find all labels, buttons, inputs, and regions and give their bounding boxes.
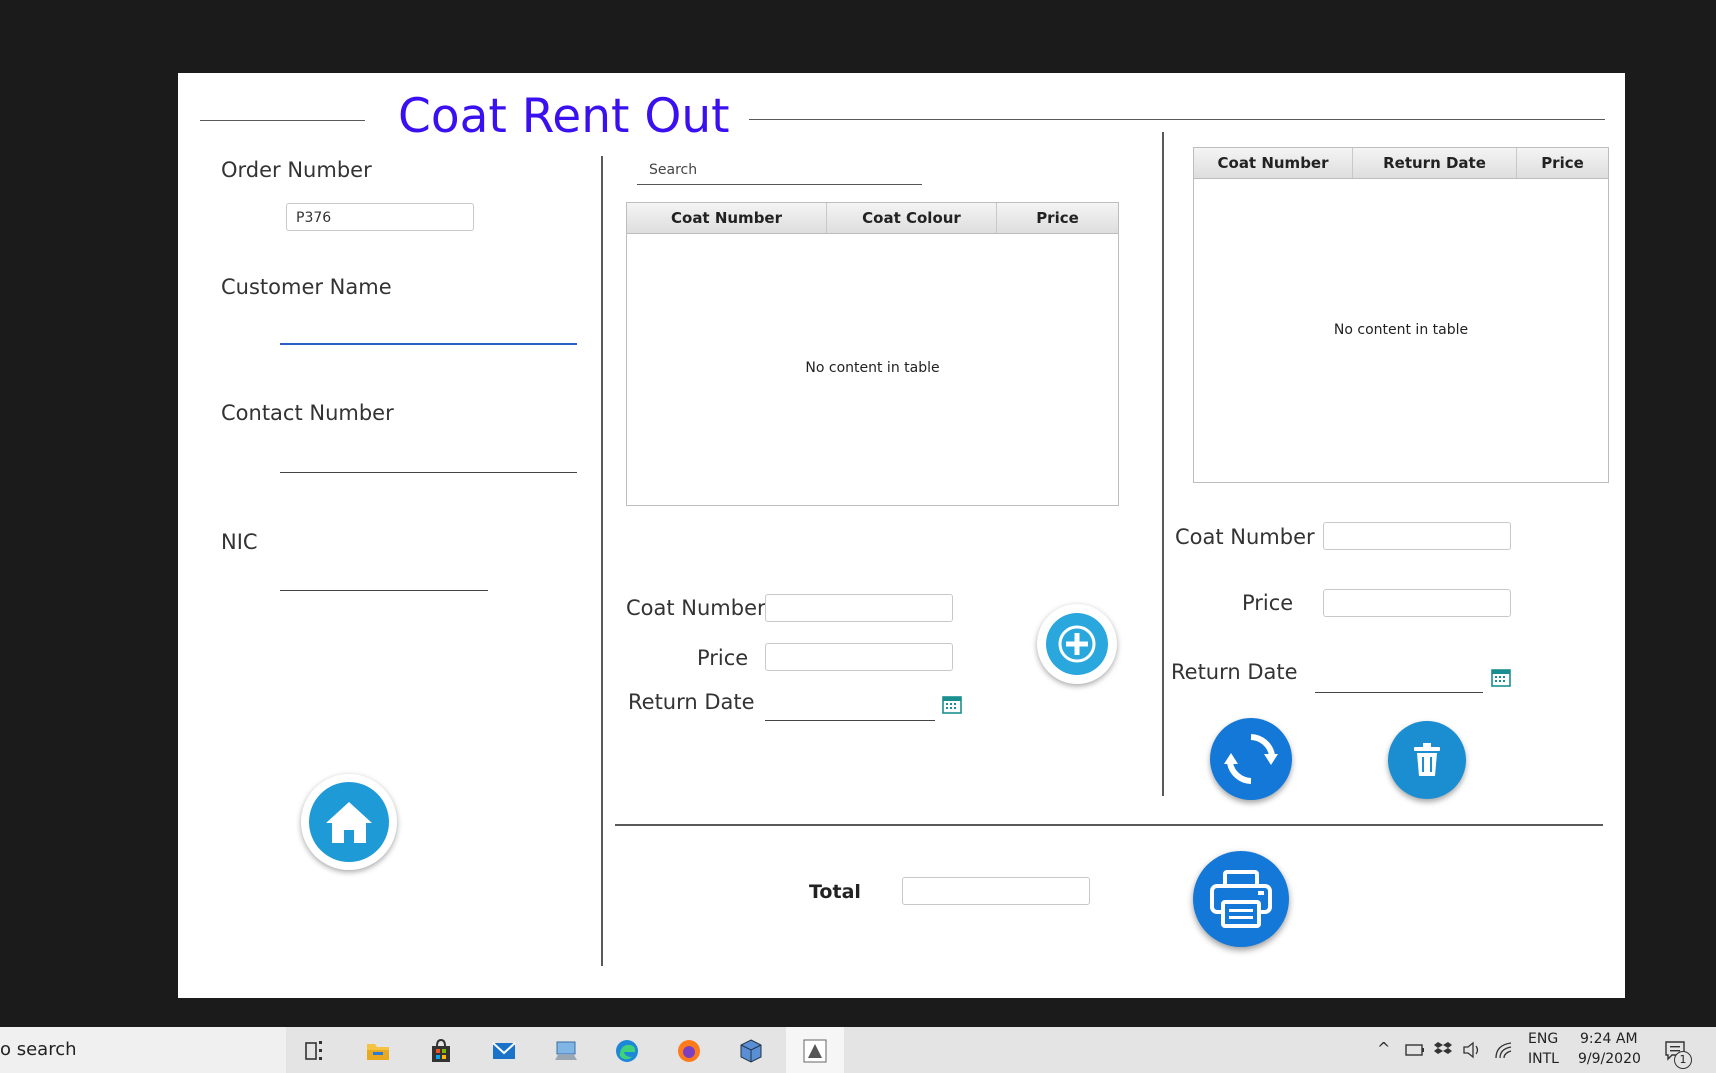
column-coat-colour[interactable]: Coat Colour bbox=[827, 203, 997, 233]
total-label: Total bbox=[809, 881, 861, 903]
calendar-icon[interactable] bbox=[1491, 667, 1511, 687]
total-field[interactable] bbox=[902, 877, 1090, 905]
language-indicator[interactable]: ENG bbox=[1528, 1031, 1558, 1047]
mail-icon[interactable] bbox=[491, 1038, 517, 1064]
catalog-table-header: Coat Number Coat Colour Price bbox=[627, 203, 1118, 234]
return-date-label: Return Date bbox=[628, 690, 755, 714]
cart-price-label: Price bbox=[1242, 591, 1294, 615]
return-date-field[interactable] bbox=[765, 720, 935, 721]
column-price[interactable]: Price bbox=[1517, 148, 1608, 178]
virtualbox-icon[interactable] bbox=[738, 1038, 764, 1064]
chevron-up-icon[interactable]: ^ bbox=[1377, 1039, 1390, 1058]
title-rule-right bbox=[749, 119, 1605, 120]
add-coat-button[interactable] bbox=[1037, 604, 1117, 684]
print-button[interactable] bbox=[1193, 851, 1289, 947]
plus-icon bbox=[1058, 625, 1096, 663]
coat-rental-app-icon bbox=[803, 1039, 827, 1063]
column-price[interactable]: Price bbox=[997, 203, 1118, 233]
file-explorer-icon[interactable] bbox=[365, 1038, 391, 1064]
cart-return-date-label: Return Date bbox=[1171, 660, 1298, 684]
volume-icon[interactable] bbox=[1463, 1041, 1483, 1059]
column-coat-number[interactable]: Coat Number bbox=[627, 203, 827, 233]
search-input[interactable]: Search bbox=[637, 157, 922, 185]
notification-count-badge: 1 bbox=[1674, 1051, 1692, 1069]
app-window: Coat Rent Out Order Number P376 Customer… bbox=[178, 73, 1625, 998]
cart-return-date-field[interactable] bbox=[1315, 692, 1483, 693]
taskbar-search-text: o search bbox=[0, 1039, 77, 1060]
divider-right bbox=[1162, 132, 1164, 796]
firefox-icon[interactable] bbox=[676, 1038, 702, 1064]
refresh-icon bbox=[1224, 734, 1278, 784]
title-rule-left bbox=[200, 120, 365, 121]
taskbar: o search ^ ENG INTL 9:24 AM 9/9/2020 1 bbox=[0, 1027, 1716, 1073]
page-title: Coat Rent Out bbox=[398, 89, 730, 144]
contact-number-label: Contact Number bbox=[221, 401, 394, 425]
store-icon[interactable] bbox=[428, 1038, 454, 1064]
trash-icon bbox=[1414, 743, 1440, 776]
edge-icon[interactable] bbox=[614, 1038, 640, 1064]
this-pc-icon[interactable] bbox=[553, 1038, 579, 1064]
coat-number-field[interactable] bbox=[765, 594, 953, 622]
active-app-taskbar-button[interactable] bbox=[786, 1027, 844, 1073]
cart-price-field[interactable] bbox=[1323, 589, 1511, 617]
calendar-icon[interactable] bbox=[942, 694, 962, 714]
price-label: Price bbox=[697, 646, 749, 670]
divider-bottom bbox=[615, 824, 1603, 826]
delete-button[interactable] bbox=[1388, 721, 1466, 799]
column-coat-number[interactable]: Coat Number bbox=[1194, 148, 1353, 178]
task-view-icon[interactable] bbox=[303, 1038, 329, 1064]
battery-icon[interactable] bbox=[1405, 1043, 1425, 1057]
clock-date[interactable]: 9/9/2020 bbox=[1578, 1051, 1641, 1067]
printer-icon bbox=[1210, 870, 1272, 928]
keyboard-layout-indicator[interactable]: INTL bbox=[1528, 1051, 1559, 1067]
contact-number-field[interactable] bbox=[280, 472, 577, 473]
rented-empty-message: No content in table bbox=[1333, 322, 1469, 338]
cart-coat-number-field[interactable] bbox=[1323, 522, 1511, 550]
price-field[interactable] bbox=[765, 643, 953, 671]
customer-name-label: Customer Name bbox=[221, 275, 392, 299]
nic-field[interactable] bbox=[280, 590, 488, 591]
clock-time[interactable]: 9:24 AM bbox=[1580, 1031, 1638, 1047]
coat-catalog-table[interactable]: Coat Number Coat Colour Price No content… bbox=[626, 202, 1119, 506]
wifi-icon[interactable] bbox=[1494, 1041, 1514, 1059]
divider-left bbox=[601, 156, 603, 966]
order-number-label: Order Number bbox=[221, 158, 372, 182]
home-icon bbox=[326, 802, 372, 843]
dropbox-icon[interactable] bbox=[1434, 1041, 1452, 1057]
rented-table-header: Coat Number Return Date Price bbox=[1194, 148, 1608, 179]
refresh-button[interactable] bbox=[1210, 718, 1292, 800]
cart-coat-number-label: Coat Number bbox=[1175, 525, 1315, 549]
coat-number-label: Coat Number bbox=[626, 596, 766, 620]
customer-name-field[interactable] bbox=[280, 343, 577, 345]
taskbar-search-box[interactable]: o search bbox=[0, 1027, 286, 1073]
home-button[interactable] bbox=[301, 774, 397, 870]
column-return-date[interactable]: Return Date bbox=[1353, 148, 1517, 178]
nic-label: NIC bbox=[221, 530, 258, 554]
rented-coats-table[interactable]: Coat Number Return Date Price No content… bbox=[1193, 147, 1609, 483]
catalog-empty-message: No content in table bbox=[805, 360, 940, 376]
order-number-field[interactable]: P376 bbox=[286, 203, 474, 231]
